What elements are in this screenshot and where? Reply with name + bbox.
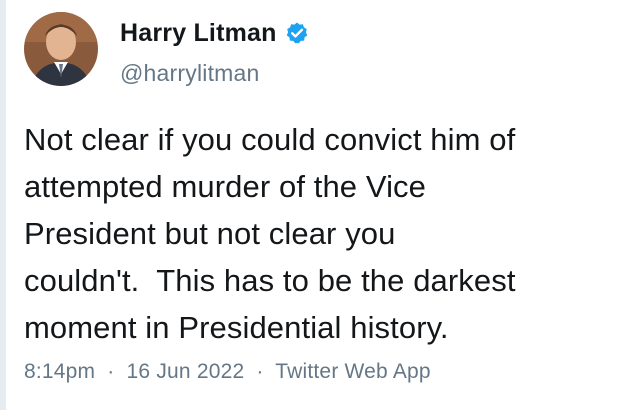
tweet-text-line: attempted murder of the Vice: [24, 169, 427, 204]
tweet-date[interactable]: 16 Jun 2022: [127, 360, 245, 383]
separator-dot: ·: [256, 360, 264, 383]
tweet-metadata: 8:14pm · 16 Jun 2022 · Twitter Web App: [24, 360, 431, 384]
display-name[interactable]: Harry Litman: [120, 18, 277, 48]
left-border-strip: [0, 0, 6, 410]
separator-dot: ·: [107, 360, 115, 383]
verified-badge-icon: [285, 21, 309, 45]
name-row: Harry Litman: [120, 18, 309, 48]
tweet-header: Harry Litman @harrylitman: [24, 12, 614, 88]
avatar[interactable]: [24, 12, 98, 86]
tweet-time[interactable]: 8:14pm: [24, 360, 95, 383]
tweet-card: Harry Litman @harrylitman Not clear if y…: [24, 12, 614, 383]
user-identity: Harry Litman @harrylitman: [120, 12, 309, 88]
tweet-text-line: couldn't. This has to be the darkest: [24, 263, 516, 298]
tweet-source[interactable]: Twitter Web App: [275, 360, 431, 383]
user-handle[interactable]: @harrylitman: [120, 58, 309, 88]
tweet-text-line: moment in Presidential history.: [24, 310, 449, 345]
tweet-text-line: Not clear if you could convict him of: [24, 122, 516, 157]
tweet-text: Not clear if you could convict him of at…: [24, 116, 614, 351]
tweet-text-line: President but not clear you: [24, 216, 396, 251]
avatar-image: [24, 12, 98, 86]
